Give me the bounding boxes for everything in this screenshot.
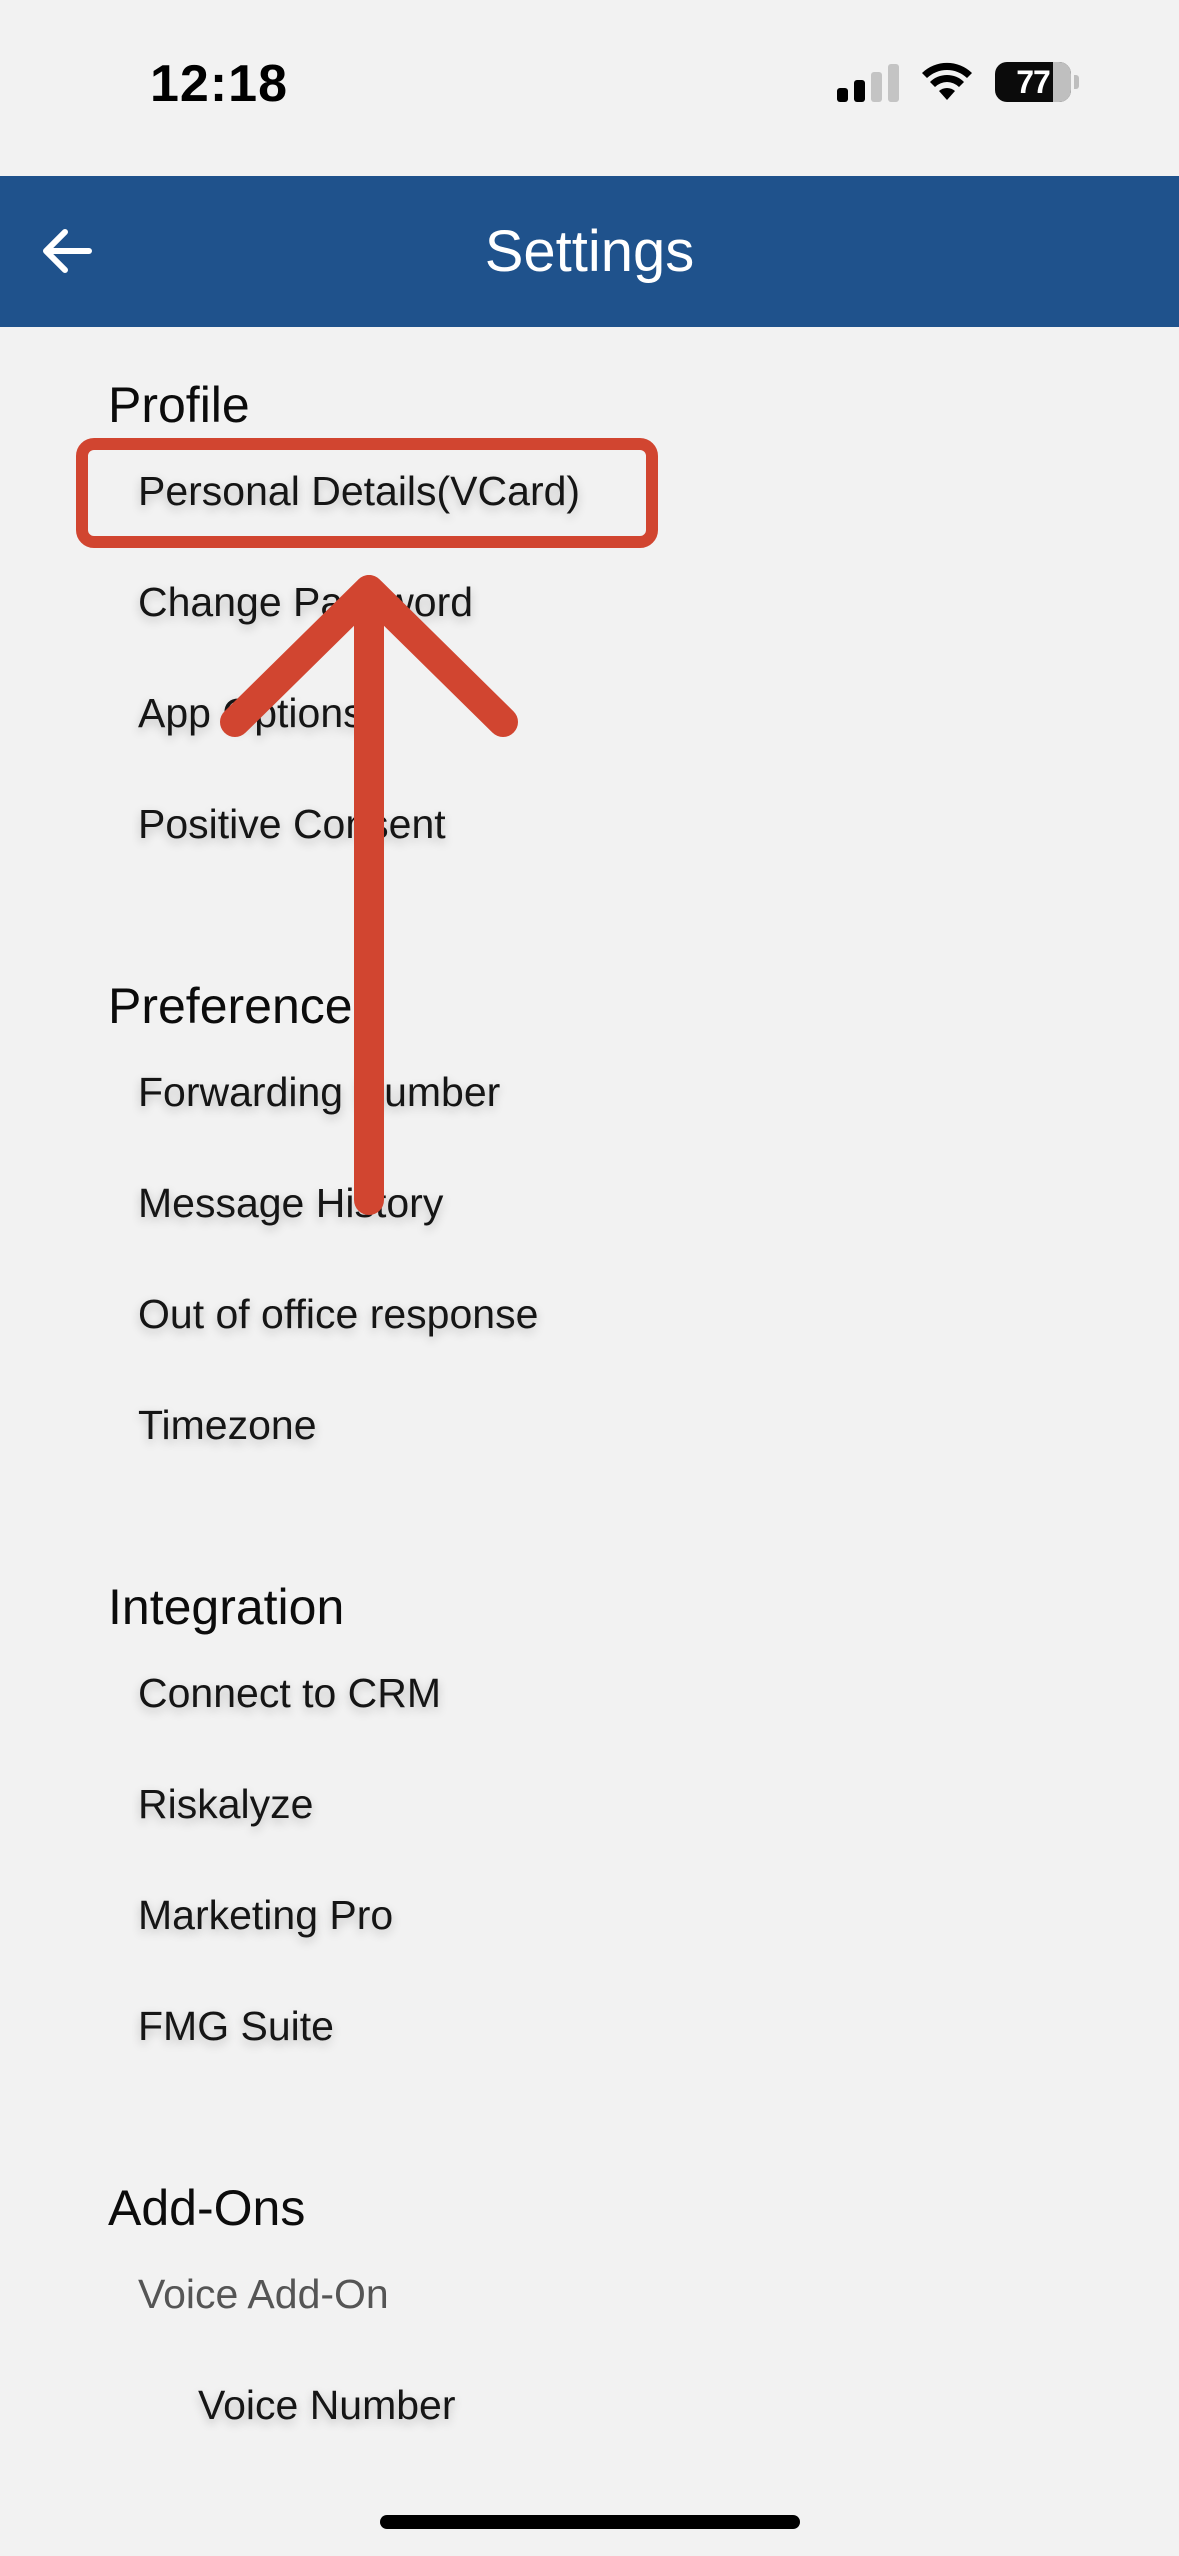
- battery-icon: 77: [995, 62, 1071, 102]
- menu-item-out-of-office[interactable]: Out of office response: [138, 1291, 538, 1338]
- highlight-box: [76, 438, 658, 548]
- cellular-signal-icon: [837, 62, 899, 102]
- section-title-profile: Profile: [108, 377, 250, 433]
- status-icons: 77: [837, 62, 1079, 102]
- page-title: Settings: [484, 219, 695, 284]
- menu-item-positive-consent[interactable]: Positive Consent: [138, 801, 446, 848]
- wifi-icon: [922, 62, 972, 100]
- section-title-preference: Preference: [108, 978, 353, 1034]
- menu-item-change-password[interactable]: Change Password: [138, 579, 473, 626]
- menu-item-timezone[interactable]: Timezone: [138, 1402, 317, 1449]
- menu-item-forwarding-number[interactable]: Forwarding Number: [138, 1069, 500, 1116]
- menu-item-app-options[interactable]: App Options: [138, 690, 364, 737]
- status-time: 12:18: [150, 55, 288, 113]
- home-indicator: [380, 2515, 800, 2529]
- section-title-addons: Add-Ons: [108, 2180, 306, 2236]
- menu-item-voice-addon: Voice Add-On: [138, 2271, 389, 2317]
- status-bar: 12:18 77: [0, 0, 1179, 176]
- menu-item-voice-number[interactable]: Voice Number: [198, 2382, 456, 2429]
- menu-item-marketing-pro[interactable]: Marketing Pro: [138, 1892, 393, 1939]
- menu-item-fmg-suite[interactable]: FMG Suite: [138, 2003, 334, 2050]
- menu-item-connect-crm[interactable]: Connect to CRM: [138, 1670, 441, 1717]
- battery-level: 77: [1016, 63, 1051, 100]
- menu-item-riskalyze[interactable]: Riskalyze: [138, 1781, 313, 1828]
- section-title-integration: Integration: [108, 1579, 345, 1635]
- app-header: Settings: [0, 176, 1179, 327]
- menu-item-message-history[interactable]: Message History: [138, 1180, 443, 1227]
